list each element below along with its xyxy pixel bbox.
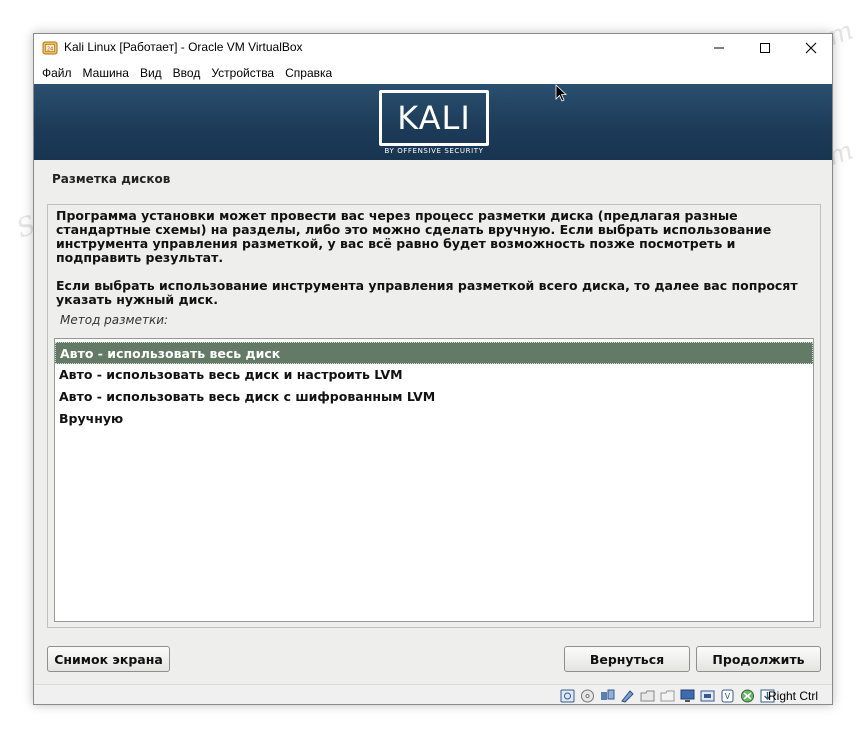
menu-bar: Файл Машина Вид Ввод Устройства Справка	[34, 62, 832, 84]
method-label: Метод разметки:	[60, 313, 169, 327]
description-paragraph-2: Если выбрать использование инструмента у…	[56, 278, 798, 307]
option-auto-encrypted-lvm[interactable]: Авто - использовать весь диск с шифрован…	[55, 386, 813, 408]
virtualbox-window: 24 Kali Linux [Работает] - Oracle VM Vir…	[33, 33, 833, 705]
host-key-label: Right Ctrl	[768, 689, 819, 703]
partition-panel: Программа установки может провести вас ч…	[47, 204, 821, 628]
menu-input[interactable]: Ввод	[168, 66, 206, 80]
maximize-icon	[760, 43, 770, 53]
title-bar[interactable]: 24 Kali Linux [Работает] - Oracle VM Vir…	[34, 34, 832, 62]
display-icon[interactable]	[680, 689, 695, 703]
shared-folder-icon[interactable]	[660, 689, 675, 703]
virtualbox-app-icon: 24	[42, 41, 58, 55]
recording-icon[interactable]	[700, 689, 715, 703]
close-icon	[805, 42, 817, 54]
menu-machine[interactable]: Машина	[78, 66, 134, 80]
continue-button[interactable]: Продолжить	[696, 646, 821, 672]
menu-help[interactable]: Справка	[280, 66, 337, 80]
kali-logo-text: KALI	[397, 99, 471, 137]
menu-view[interactable]: Вид	[135, 66, 167, 80]
status-bar: V Right Ctrl	[34, 684, 832, 704]
cpu-icon[interactable]: V	[720, 689, 735, 703]
mouse-integration-icon[interactable]	[740, 689, 755, 703]
minimize-button[interactable]	[696, 34, 742, 62]
option-auto-lvm[interactable]: Авто - использовать весь диск и настроит…	[55, 364, 813, 386]
back-button[interactable]: Вернуться	[564, 646, 690, 672]
close-button[interactable]	[788, 34, 832, 62]
option-manual[interactable]: Вручную	[55, 408, 813, 430]
partition-method-list[interactable]: Авто - использовать весь диск Авто - исп…	[54, 338, 814, 622]
description: Программа установки может провести вас ч…	[56, 209, 808, 307]
section-title: Разметка дисков	[52, 172, 171, 186]
svg-text:V: V	[725, 692, 731, 701]
minimize-icon	[714, 47, 724, 49]
mouse-cursor-icon	[555, 84, 567, 102]
description-paragraph-1: Программа установки может провести вас ч…	[56, 208, 772, 265]
hard-disk-icon[interactable]	[560, 689, 575, 703]
network-icon[interactable]	[620, 689, 635, 703]
svg-text:24: 24	[47, 47, 53, 53]
menu-file[interactable]: Файл	[37, 66, 77, 80]
window-title: Kali Linux [Работает] - Oracle VM Virtua…	[64, 40, 303, 54]
kali-banner: KALI BY OFFENSIVE SECURITY	[34, 84, 832, 160]
option-auto-whole-disk[interactable]: Авто - использовать весь диск	[55, 342, 813, 364]
kali-logo-subtitle: BY OFFENSIVE SECURITY	[384, 147, 484, 155]
maximize-button[interactable]	[742, 34, 788, 62]
menu-devices[interactable]: Устройства	[206, 66, 279, 80]
screenshot-button[interactable]: Снимок экрана	[47, 646, 170, 672]
kali-logo: KALI	[379, 90, 489, 146]
audio-icon[interactable]	[600, 689, 615, 703]
usb-icon[interactable]	[640, 689, 655, 703]
optical-disk-icon[interactable]	[580, 689, 595, 703]
vm-screen[interactable]: KALI BY OFFENSIVE SECURITY Разметка диск…	[34, 84, 832, 684]
